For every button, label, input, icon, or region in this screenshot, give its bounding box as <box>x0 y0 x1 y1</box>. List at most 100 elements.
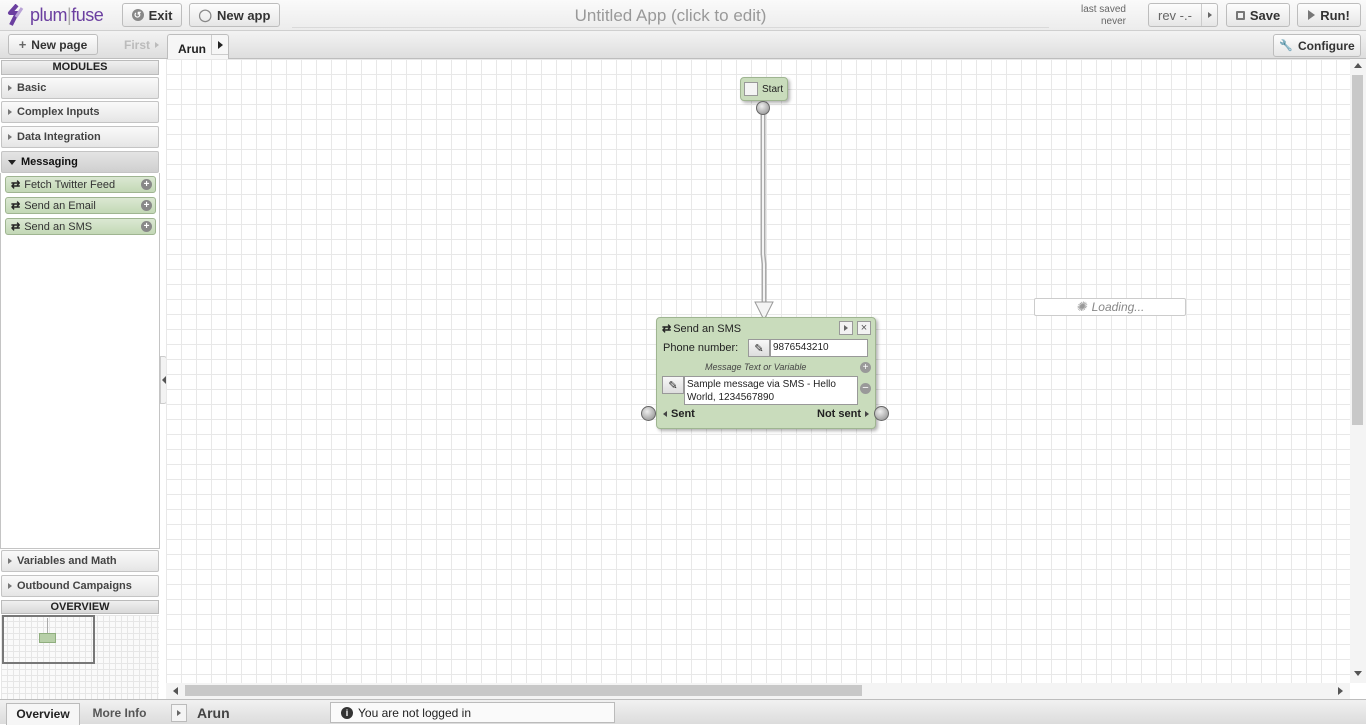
info-icon: i <box>341 706 353 719</box>
login-status: i You are not logged in <box>330 702 615 723</box>
exchange-icon: ⇄ <box>11 179 20 191</box>
module-label: Send an Email <box>24 199 96 212</box>
pencil-icon: ✎ <box>754 342 764 355</box>
broken-image-icon <box>744 82 758 96</box>
section-variables-and-math[interactable]: Variables and Math <box>1 550 159 572</box>
section-basic[interactable]: Basic <box>1 77 159 99</box>
save-label: Save <box>1249 7 1281 23</box>
scroll-left-arrow-icon[interactable] <box>173 687 178 695</box>
tab-menu-icon[interactable] <box>211 35 228 55</box>
module-send-an-email[interactable]: ⇄ Send an Email + <box>5 197 156 214</box>
expand-icon <box>8 85 12 91</box>
logo: plum|fuse <box>7 4 104 26</box>
phone-label: Phone number: <box>663 342 739 354</box>
messaging-panel: ⇄ Fetch Twitter Feed + ⇄ Send an Email + ⇄ Se… <box>0 173 160 549</box>
phone-edit-button[interactable]: ✎ <box>748 339 770 357</box>
start-output-port[interactable] <box>756 101 770 115</box>
new-page-label: New page <box>31 37 88 52</box>
spinner-icon: ✺ <box>1075 299 1087 314</box>
expand-icon <box>8 558 12 564</box>
remove-message-icon[interactable]: − <box>860 383 871 394</box>
first-page-link[interactable]: First <box>124 38 160 52</box>
exit-icon: ↺ <box>131 9 144 21</box>
last-saved: last saved never <box>1070 4 1126 28</box>
chevron-right-icon <box>155 42 160 48</box>
section-data-integration[interactable]: Data Integration <box>1 126 159 148</box>
page-toggle-button[interactable] <box>171 704 187 722</box>
loading-indicator: ✺ Loading... <box>1034 298 1186 316</box>
node-close-button[interactable]: × <box>857 321 871 335</box>
section-messaging[interactable]: Messaging <box>1 151 159 173</box>
configure-label: Configure <box>1298 38 1355 53</box>
app-title[interactable]: Untitled App (click to edit) <box>292 3 1049 28</box>
add-module-icon[interactable]: + <box>141 221 152 232</box>
message-edit-button[interactable]: ✎ <box>662 376 684 394</box>
overview-minimap[interactable] <box>1 615 159 699</box>
run-button[interactable]: Run! <box>1297 3 1361 27</box>
exit-label: Exit <box>148 7 173 23</box>
run-label: Run! <box>1320 7 1350 23</box>
sent-exit-label: Sent <box>663 408 695 420</box>
revision-label: rev -.- <box>1158 7 1192 23</box>
lightbulb-icon: ◯ <box>198 8 212 22</box>
node-expand-button[interactable] <box>839 321 853 335</box>
loading-label: Loading... <box>1091 300 1145 314</box>
horizontal-scrollbar[interactable] <box>166 683 1350 699</box>
scroll-down-arrow-icon[interactable] <box>1354 671 1362 676</box>
scroll-right-arrow-icon[interactable] <box>1338 687 1343 695</box>
tab-overview[interactable]: Overview <box>6 703 80 725</box>
section-label: Outbound Campaigns <box>17 580 132 592</box>
section-complex-inputs[interactable]: Complex Inputs <box>1 101 159 123</box>
tab-more-info[interactable]: More Info <box>81 703 158 725</box>
exit-button[interactable]: ↺ Exit <box>122 3 182 27</box>
tab-arun[interactable]: Arun <box>167 34 229 59</box>
module-label: Send an SMS <box>24 220 93 233</box>
pencil-icon: ✎ <box>668 379 678 392</box>
message-hint: Message Text or Variable <box>705 362 807 372</box>
phone-input[interactable]: 9876543210 <box>770 339 868 357</box>
revision-selector[interactable]: rev -.- <box>1148 3 1218 27</box>
section-label: Complex Inputs <box>17 106 100 118</box>
start-node[interactable]: Start <box>740 77 788 101</box>
status-bar: Overview More Info Arun i You are not lo… <box>0 699 1366 725</box>
new-app-button[interactable]: ◯ New app <box>189 3 280 27</box>
vertical-scrollbar[interactable] <box>1350 59 1366 683</box>
sent-label: Sent <box>671 408 695 420</box>
scroll-up-arrow-icon[interactable] <box>1354 63 1362 68</box>
save-icon <box>1235 10 1245 20</box>
chevron-right-icon <box>177 710 181 716</box>
send-sms-node[interactable]: ⇄ Send an SMS × Phone number: ✎ 98765432… <box>656 317 876 429</box>
add-module-icon[interactable]: + <box>141 179 152 190</box>
configure-button[interactable]: 🔧 Configure <box>1273 34 1361 57</box>
section-label: Variables and Math <box>17 555 117 567</box>
expand-icon <box>8 134 12 140</box>
overview-header: OVERVIEW <box>1 600 159 614</box>
play-icon <box>1308 10 1316 20</box>
minimap-connector <box>47 618 48 633</box>
flow-canvas[interactable]: Start ✺ Loading... ⇄ Send an SMS × Phone… <box>166 59 1350 683</box>
not-sent-label: Not sent <box>817 408 861 420</box>
chevron-right-icon <box>865 411 869 417</box>
chevron-left-icon <box>663 411 667 417</box>
save-button[interactable]: Save <box>1226 3 1290 27</box>
not-sent-output-port[interactable] <box>874 406 889 421</box>
add-message-icon[interactable]: + <box>860 362 871 373</box>
section-outbound-campaigns[interactable]: Outbound Campaigns <box>1 575 159 597</box>
module-fetch-twitter-feed[interactable]: ⇄ Fetch Twitter Feed + <box>5 176 156 193</box>
collapse-icon <box>8 159 16 165</box>
module-send-an-sms[interactable]: ⇄ Send an SMS + <box>5 218 156 235</box>
tab-arun-label: Arun <box>178 42 206 56</box>
top-toolbar: plum|fuse ↺ Exit ◯ New app Untitled App … <box>0 0 1366 31</box>
page-indicator[interactable]: Arun <box>171 703 230 723</box>
message-textarea[interactable]: Sample message via SMS - Hello World, 12… <box>684 376 858 405</box>
node-title-bar[interactable]: ⇄ Send an SMS <box>662 322 742 336</box>
node-title: Send an SMS <box>673 322 742 335</box>
revision-next-icon[interactable] <box>1201 4 1217 26</box>
sent-output-port[interactable] <box>641 406 656 421</box>
add-module-icon[interactable]: + <box>141 200 152 211</box>
expand-icon <box>8 583 12 589</box>
horizontal-scroll-thumb[interactable] <box>185 685 862 696</box>
vertical-scroll-thumb[interactable] <box>1352 75 1363 425</box>
expand-icon <box>8 109 12 115</box>
new-page-button[interactable]: + New page <box>8 34 98 55</box>
